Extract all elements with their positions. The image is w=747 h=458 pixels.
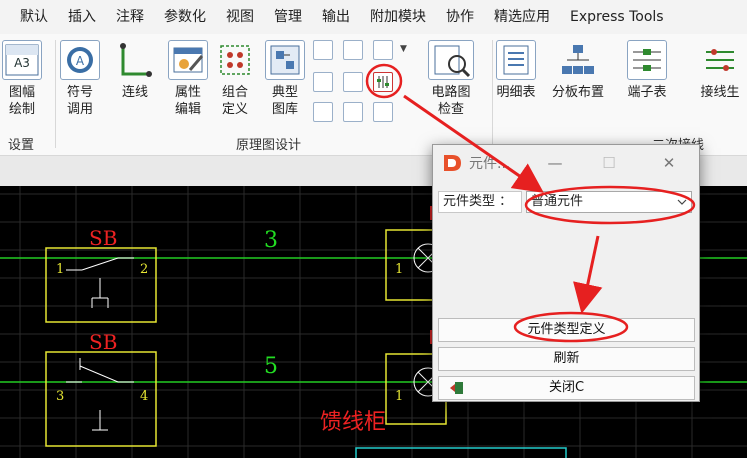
menu-view[interactable]: 视图 <box>216 0 264 34</box>
search-small-icon[interactable] <box>313 102 333 122</box>
pin-label: 1 <box>56 262 65 277</box>
wire-number-small-icon[interactable] <box>343 40 363 60</box>
circuit-check-icon <box>428 40 474 80</box>
drawing-frame-label: 图幅 绘制 <box>8 85 35 117</box>
menu-insert[interactable]: 插入 <box>58 0 106 34</box>
dialog-title: 元件... <box>469 156 511 172</box>
refresh-button[interactable]: 刷新 <box>438 347 695 371</box>
dialog-title-bar[interactable]: 元件... — ☐ ✕ <box>433 145 699 181</box>
menu-express-tools[interactable]: Express Tools <box>560 0 674 34</box>
connect-line-label: 连线 <box>121 85 148 100</box>
table-small-icon[interactable] <box>313 40 333 60</box>
connect-line-button[interactable]: 连线 <box>115 40 155 101</box>
switch-label-sb1: SB <box>89 226 118 250</box>
symbol-call-icon: A <box>60 40 100 80</box>
drawing-frame-button[interactable]: A3 图幅 绘制 <box>2 40 42 118</box>
panel-layout-label: 分板布置 <box>552 85 605 100</box>
close-window-button[interactable]: ✕ <box>657 151 681 175</box>
menu-featured-apps[interactable]: 精选应用 <box>484 0 560 34</box>
bom-table-icon <box>496 40 536 80</box>
close-button-label: 关闭C <box>548 380 585 395</box>
bom-table-button[interactable]: 明细表 <box>496 40 536 101</box>
property-edit-label: 属性 编辑 <box>174 85 201 117</box>
feeder-cabinet-label: 馈线柜 <box>320 410 387 435</box>
exit-icon <box>450 382 463 394</box>
pin-label: 1 <box>395 262 404 277</box>
menu-bar: 默认 插入 注释 参数化 视图 管理 输出 附加模块 协作 精选应用 Expre… <box>0 0 747 34</box>
minimize-button[interactable]: — <box>543 151 567 175</box>
edit-pen-small-icon[interactable] <box>373 40 393 60</box>
typical-library-label: 典型 图库 <box>271 85 298 117</box>
menu-manage[interactable]: 管理 <box>264 0 312 34</box>
wire-number-5: 5 <box>264 354 278 379</box>
zoom-small-icon[interactable] <box>373 102 393 122</box>
maximize-button[interactable]: ☐ <box>597 151 621 175</box>
group-schematic-label: 原理图设计 <box>236 138 302 153</box>
menu-output[interactable]: 输出 <box>312 0 360 34</box>
group-settings-label: 设置 <box>8 138 35 153</box>
pin-label: 1 <box>395 389 404 404</box>
wiring-gen-icon <box>700 40 740 80</box>
switch-label-sb2: SB <box>89 330 118 354</box>
wire-number-3: 3 <box>264 228 278 253</box>
menu-default[interactable]: 默认 <box>10 0 58 34</box>
panel-layout-button[interactable]: 分板布置 <box>552 40 604 101</box>
menu-parametric[interactable]: 参数化 <box>154 0 216 34</box>
component-type-define-button[interactable]: 元件类型定义 <box>438 318 695 342</box>
app-logo-icon <box>444 155 461 171</box>
component-type-label: 元件类型 ： <box>438 191 522 213</box>
component-type-icon[interactable] <box>373 72 393 92</box>
typical-library-button[interactable]: 典型 图库 <box>265 40 305 118</box>
symbol-call-label: 符号 调用 <box>66 85 93 117</box>
chevron-down-icon[interactable]: ▼ <box>400 44 407 54</box>
property-edit-icon <box>168 40 208 80</box>
terminal-small-icon[interactable] <box>343 72 363 92</box>
ribbon-separator <box>55 40 56 148</box>
pin-label: 2 <box>140 262 149 277</box>
panel-layout-icon <box>558 40 598 80</box>
ribbon-separator <box>492 40 493 148</box>
group-define-label: 组合 定义 <box>221 85 248 117</box>
menu-annotate[interactable]: 注释 <box>106 0 154 34</box>
bom-table-label: 明细表 <box>496 85 536 100</box>
connect-line-icon <box>115 40 155 80</box>
circuit-check-label: 电路图 检查 <box>431 85 471 117</box>
chevron-down-icon <box>677 192 687 220</box>
symbol-call-button[interactable]: A 符号 调用 <box>60 40 100 118</box>
component-type-select[interactable]: 普通元件 <box>526 191 692 213</box>
property-edit-button[interactable]: 属性 编辑 <box>168 40 208 118</box>
text-edit-small-icon[interactable] <box>313 72 333 92</box>
group-define-icon <box>215 40 255 80</box>
pin-label: 4 <box>140 389 149 404</box>
component-type-value: 普通元件 <box>531 194 584 209</box>
ribbon: A3 图幅 绘制 A 符号 调用 连线 属性 编辑 组合 定义 典型 图库 ▼ … <box>0 34 747 156</box>
wiring-gen-button[interactable]: 接线生 <box>700 40 740 101</box>
group-define-button[interactable]: 组合 定义 <box>215 40 255 118</box>
terminal-table-button[interactable]: 端子表 <box>627 40 667 101</box>
terminal-table-label: 端子表 <box>627 85 667 100</box>
typical-library-icon <box>265 40 305 80</box>
component-type-row: 元件类型 ： 普通元件 <box>438 191 692 213</box>
menu-addons[interactable]: 附加模块 <box>360 0 436 34</box>
close-button[interactable]: 关闭C <box>438 376 695 400</box>
drawing-frame-icon: A3 <box>2 40 42 80</box>
terminal-table-icon <box>627 40 667 80</box>
menu-collaborate[interactable]: 协作 <box>436 0 484 34</box>
find-small-icon[interactable] <box>343 102 363 122</box>
svg-text:A3: A3 <box>14 56 30 70</box>
circuit-check-button[interactable]: 电路图 检查 <box>428 40 474 118</box>
component-type-dialog: 元件... — ☐ ✕ 元件类型 ： 普通元件 元件类型定义 刷新 关闭C <box>432 144 700 402</box>
pin-label: 3 <box>56 389 65 404</box>
svg-text:A: A <box>76 54 85 68</box>
wiring-gen-label: 接线生 <box>700 85 740 100</box>
